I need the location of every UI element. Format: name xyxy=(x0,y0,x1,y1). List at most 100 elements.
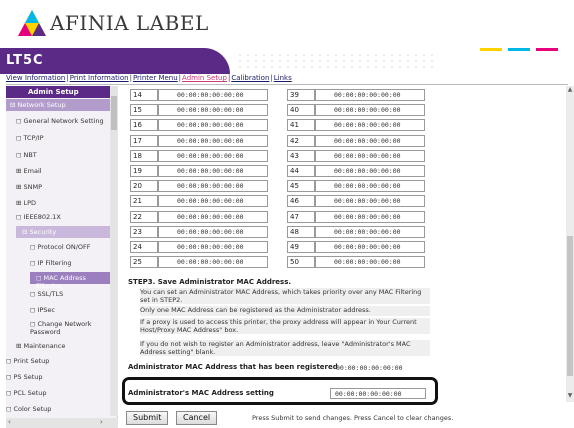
sidebar-item-lpd[interactable]: ⊞ LPD xyxy=(16,199,36,207)
menu-links[interactable]: Links xyxy=(274,74,292,82)
mac-address-field[interactable]: 00:00:00:00:00:00 xyxy=(315,225,425,238)
step3-note-2: Only one MAC Address can be registered a… xyxy=(140,306,430,316)
sidebar-item-ieee8021x[interactable]: ◻ IEEE802.1X xyxy=(16,213,61,221)
sidebar-item-ipsec[interactable]: ◻ IPSec xyxy=(30,306,55,314)
product-banner: LT5C xyxy=(0,48,574,74)
mac-row-number: 47 xyxy=(287,210,315,223)
mac-address-field[interactable]: 00:00:00:00:00:00 xyxy=(315,256,425,269)
mac-address-field[interactable]: 00:00:00:00:00:00 xyxy=(315,134,425,147)
mac-row-number: 41 xyxy=(287,119,315,132)
mac-row-number: 18 xyxy=(130,149,158,162)
sidebar-item-ip-filtering[interactable]: ◻ IP Filtering xyxy=(30,259,72,267)
mac-address-field[interactable]: 00:00:00:00:00:00 xyxy=(158,241,268,253)
sidebar-item-maintenance[interactable]: ⊞ Maintenance xyxy=(16,342,65,350)
step3-note-1: You can set an Administrator MAC Address… xyxy=(140,288,430,304)
mac-row-number: 39 xyxy=(287,89,315,101)
sidebar-item-email[interactable]: ⊞ Email xyxy=(16,167,42,175)
step3-title: STEP3. Save Administrator MAC Address. xyxy=(128,278,292,286)
mac-address-field[interactable]: 00:00:00:00:00:00 xyxy=(315,149,425,162)
sidebar-item-ssl-tls[interactable]: ◻ SSL/TLS xyxy=(30,290,63,298)
mac-row-number: 40 xyxy=(287,104,315,117)
mac-row-number: 42 xyxy=(287,134,315,147)
logo-text: AFINIA LABEL xyxy=(50,11,209,35)
mac-row-number: 25 xyxy=(130,256,158,269)
submit-button[interactable]: Submit xyxy=(126,411,169,425)
sidebar-hscrollbar[interactable]: ‹ › xyxy=(6,418,118,428)
sidebar-item-color-setup[interactable]: ◻ Color Setup xyxy=(6,405,51,413)
sidebar-header: Admin Setup xyxy=(6,86,110,98)
step3-note-4: If you do not wish to register an Admini… xyxy=(140,340,430,356)
scroll-up-icon[interactable]: ▲ xyxy=(566,86,574,94)
registered-mac-value: 00:00:00:00:00:00 xyxy=(336,364,403,372)
mac-address-field[interactable]: 00:00:00:00:00:00 xyxy=(158,134,268,147)
mac-address-field[interactable]: 00:00:00:00:00:00 xyxy=(158,104,268,117)
mac-row-number: 45 xyxy=(287,180,315,193)
menu-view-information[interactable]: View Information xyxy=(6,74,65,82)
mac-address-field[interactable]: 00:00:00:00:00:00 xyxy=(315,241,425,253)
mac-row-number: 50 xyxy=(287,256,315,269)
sidebar-scrollbar[interactable] xyxy=(110,86,118,416)
sidebar-item-tcpip[interactable]: ◻ TCP/IP xyxy=(16,134,44,142)
menu-calibration[interactable]: Calibration xyxy=(231,74,269,82)
mac-address-field[interactable]: 00:00:00:00:00:00 xyxy=(315,119,425,132)
mac-row-number: 43 xyxy=(287,149,315,162)
menu-printer-menu[interactable]: Printer Menu xyxy=(133,74,178,82)
mac-row-number: 48 xyxy=(287,225,315,238)
cancel-button[interactable]: Cancel xyxy=(176,411,218,425)
mac-address-field[interactable]: 00:00:00:00:00:00 xyxy=(315,210,425,223)
sidebar-item-nbt[interactable]: ◻ NBT xyxy=(16,151,37,159)
sidebar-item-print-setup[interactable]: ◻ Print Setup xyxy=(6,357,49,365)
mac-address-field[interactable]: 00:00:00:00:00:00 xyxy=(315,195,425,208)
menu-print-information[interactable]: Print Information xyxy=(70,74,129,82)
sidebar-item-security[interactable]: ⊟ Security xyxy=(16,226,110,238)
mac-address-field[interactable]: 00:00:00:00:00:00 xyxy=(158,225,268,238)
mac-address-field[interactable]: 00:00:00:00:00:00 xyxy=(315,165,425,177)
mac-address-field[interactable]: 00:00:00:00:00:00 xyxy=(315,89,425,101)
mac-row-number: 14 xyxy=(130,89,158,101)
main-scrollbar[interactable]: ▲ ▼ xyxy=(566,86,574,402)
mac-row-number: 21 xyxy=(130,195,158,208)
menu-divider xyxy=(6,84,568,85)
mac-address-field[interactable]: 00:00:00:00:00:00 xyxy=(158,195,268,208)
sidebar-item-pcl-setup[interactable]: ◻ PCL Setup xyxy=(6,389,47,397)
mac-row-number: 49 xyxy=(287,241,315,253)
step3-note-3: If a proxy is used to access this printe… xyxy=(140,318,430,334)
logo-header: AFINIA LABEL xyxy=(0,0,574,44)
scroll-right-icon[interactable]: › xyxy=(100,418,103,426)
sidebar-item-network-setup[interactable]: ⊟ Network Setup xyxy=(6,99,110,111)
sidebar-item-snmp[interactable]: ⊞ SNMP xyxy=(16,183,42,191)
mac-address-field[interactable]: 00:00:00:00:00:00 xyxy=(158,89,268,101)
sidebar-item-general-network[interactable]: ◻ General Network Setting xyxy=(16,117,104,125)
mac-row-number: 19 xyxy=(130,165,158,177)
mac-row-number: 20 xyxy=(130,180,158,193)
sidebar: Admin Setup ⊟ Network Setup ◻ General Ne… xyxy=(6,86,118,428)
afinia-logo-icon xyxy=(18,10,46,36)
mac-row-number: 44 xyxy=(287,165,315,177)
menu-admin-setup[interactable]: Admin Setup xyxy=(182,74,227,82)
mac-address-field[interactable]: 00:00:00:00:00:00 xyxy=(158,119,268,132)
mac-row-number: 46 xyxy=(287,195,315,208)
product-title: LT5C xyxy=(6,53,44,68)
mac-address-field[interactable]: 00:00:00:00:00:00 xyxy=(158,149,268,162)
mac-row-number: 23 xyxy=(130,225,158,238)
footer-message: Press Submit to send changes. Press Canc… xyxy=(252,414,454,422)
sidebar-item-ps-setup[interactable]: ◻ PS Setup xyxy=(6,373,43,381)
sidebar-item-mac-filtering[interactable]: ◻ MAC Address Filtering xyxy=(30,272,114,290)
scroll-left-icon[interactable]: ‹ xyxy=(8,418,11,426)
scroll-down-icon[interactable]: ▼ xyxy=(566,392,574,400)
mac-address-field[interactable]: 00:00:00:00:00:00 xyxy=(158,210,268,223)
sidebar-item-change-password[interactable]: ◻ Change Network Password xyxy=(30,320,106,336)
registered-mac-label: Administrator MAC Address that has been … xyxy=(128,363,338,371)
mac-address-field[interactable]: 00:00:00:00:00:00 xyxy=(158,180,268,193)
highlight-box xyxy=(122,377,438,405)
mac-address-field[interactable]: 00:00:00:00:00:00 xyxy=(315,104,425,117)
mac-address-field[interactable]: 00:00:00:00:00:00 xyxy=(158,256,268,269)
mac-row-number: 22 xyxy=(130,210,158,223)
mac-row-number: 24 xyxy=(130,241,158,253)
mac-address-field[interactable]: 00:00:00:00:00:00 xyxy=(158,165,268,177)
sidebar-item-protocol[interactable]: ◻ Protocol ON/OFF xyxy=(30,243,91,251)
mac-address-field[interactable]: 00:00:00:00:00:00 xyxy=(315,180,425,193)
mac-row-number: 17 xyxy=(130,134,158,147)
mac-row-number: 15 xyxy=(130,104,158,117)
mac-row-number: 16 xyxy=(130,119,158,132)
